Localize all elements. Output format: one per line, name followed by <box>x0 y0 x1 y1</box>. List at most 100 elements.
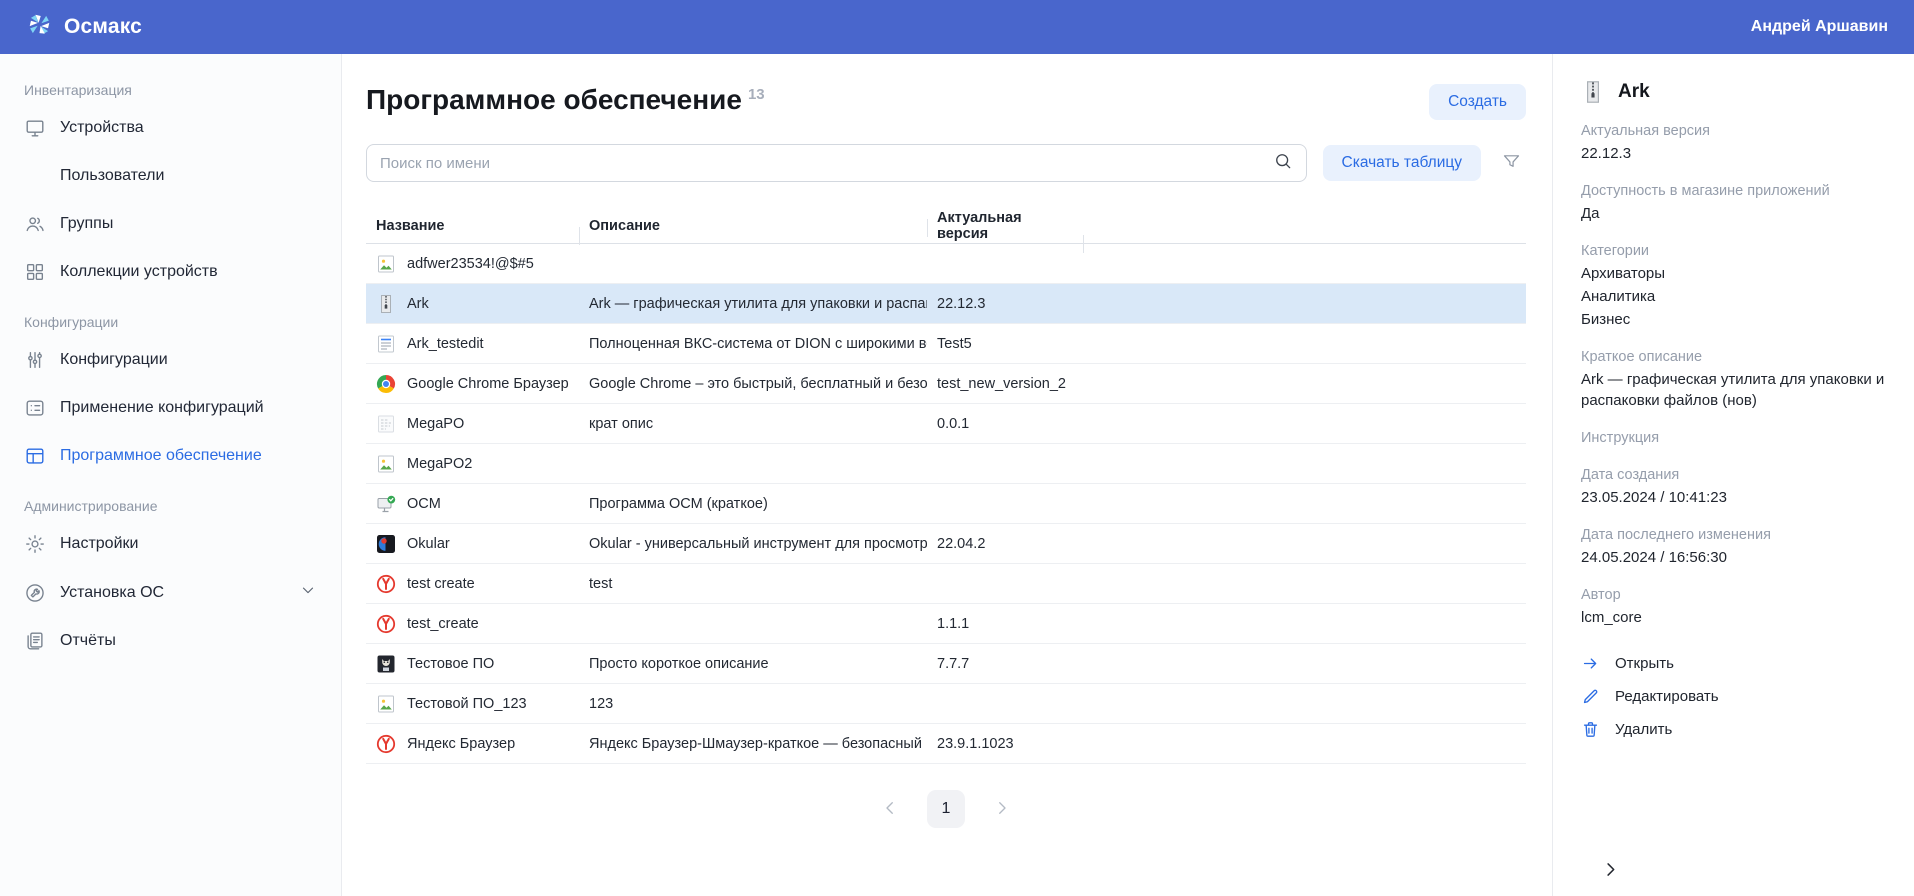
sidebar-item[interactable]: Программное обеспечение <box>0 432 341 480</box>
sidebar-item-label: Установка ОС <box>60 584 164 602</box>
grid-icon <box>24 261 46 283</box>
sidebar-item[interactable]: Коллекции устройств <box>0 248 341 296</box>
page-number[interactable]: 1 <box>927 790 965 828</box>
yandex-icon <box>376 734 396 754</box>
sidebar-item-label: Устройства <box>60 119 144 137</box>
sidebar-item[interactable]: Установка ОС <box>0 568 341 617</box>
sidebar-section: Администрирование Настройки Установка ОС… <box>0 480 341 665</box>
sidebar-item[interactable]: Конфигурации <box>0 336 341 384</box>
sidebar-item-label: Коллекции устройств <box>60 263 218 281</box>
details-field: Дата последнего изменения 24.05.2024 / 1… <box>1581 525 1886 568</box>
table-row[interactable]: adfwer23534!@$#5 <box>366 244 1526 284</box>
details-action[interactable]: Удалить <box>1581 720 1886 739</box>
monitor-icon <box>24 117 46 139</box>
chevron-left-icon <box>881 799 899 820</box>
apply-config-icon <box>24 397 46 419</box>
table-row[interactable]: Тестовой ПО_123 123 <box>366 684 1526 724</box>
software-description: крат опис <box>579 416 927 432</box>
user-icon <box>24 165 46 187</box>
column-header-description: Описание <box>579 218 927 234</box>
sidebar-item[interactable]: Отчёты <box>0 617 341 665</box>
sidebar-item[interactable]: Настройки <box>0 520 341 568</box>
details-panel: Ark Актуальная версия 22.12.3 Доступност… <box>1552 54 1914 896</box>
table-row[interactable]: MegaPO2 <box>366 444 1526 484</box>
table-row[interactable]: Okular Okular - универсальный инструмент… <box>366 524 1526 564</box>
field-value: Бизнес <box>1581 309 1886 330</box>
chevron-right-icon <box>1601 867 1620 882</box>
sidebar-item-label: Конфигурации <box>60 351 168 369</box>
table-row[interactable]: test create test <box>366 564 1526 604</box>
ark-zip-icon <box>376 294 396 314</box>
sidebar-item-label: Программное обеспечение <box>60 447 262 465</box>
sidebar-item[interactable]: Применение конфигураций <box>0 384 341 432</box>
table-row[interactable]: Яндекс Браузер Яндекс Браузер-Шмаузер-кр… <box>366 724 1526 764</box>
file-image-icon <box>376 454 396 474</box>
download-table-button[interactable]: Скачать таблицу <box>1323 145 1482 181</box>
software-description: Ark — графическая утилита для упаковки и… <box>579 296 927 312</box>
software-name: Яндекс Браузер <box>407 736 515 752</box>
sidebar-item[interactable]: Пользователи <box>0 152 341 200</box>
create-button[interactable]: Создать <box>1429 84 1526 120</box>
user-name: Андрей Аршавин <box>1751 18 1888 36</box>
software-version: 22.12.3 <box>927 296 1083 312</box>
table-row[interactable]: OCM Программа ОСМ (краткое) <box>366 484 1526 524</box>
field-value: Аналитика <box>1581 286 1886 307</box>
sidebar-item[interactable]: Группы <box>0 200 341 248</box>
cat-icon <box>376 654 396 674</box>
details-action[interactable]: Открыть <box>1581 654 1886 673</box>
ark-zip-icon <box>1581 80 1605 104</box>
items-count-badge: 13 <box>748 86 765 103</box>
details-field: Доступность в магазине приложений Да <box>1581 181 1886 224</box>
next-page-button[interactable] <box>989 795 1015 824</box>
details-field: Инструкция <box>1581 428 1886 448</box>
details-field: Краткое описание Ark — графическая утили… <box>1581 347 1886 411</box>
table-row[interactable]: Тестовое ПО Просто короткое описание 7.7… <box>366 644 1526 684</box>
sidebar-item-label: Отчёты <box>60 632 116 650</box>
doc-faded-icon <box>376 414 396 434</box>
field-label: Автор <box>1581 585 1886 605</box>
prev-page-button[interactable] <box>877 795 903 824</box>
sidebar-item[interactable]: Устройства <box>0 104 341 152</box>
sidebar-section: Инвентаризация Устройства Пользователи Г… <box>0 64 341 296</box>
user-menu[interactable]: Андрей Аршавин <box>1722 15 1888 40</box>
details-header: Ark <box>1581 80 1886 104</box>
software-version: 22.04.2 <box>927 536 1083 552</box>
sliders-icon <box>24 349 46 371</box>
software-name: Тестовое ПО <box>407 656 494 672</box>
table-row[interactable]: Ark_testedit Полноценная ВКС-система от … <box>366 324 1526 364</box>
software-name: OCM <box>407 496 441 512</box>
sidebar-item-label: Настройки <box>60 535 138 553</box>
table-row[interactable]: MegaPO крат опис 0.0.1 <box>366 404 1526 444</box>
field-label: Актуальная версия <box>1581 121 1886 141</box>
pencil-icon <box>1581 687 1600 706</box>
software-description: 123 <box>579 696 927 712</box>
software-version: 7.7.7 <box>927 656 1083 672</box>
details-title: Ark <box>1618 81 1650 103</box>
sidebar-item-label: Пользователи <box>60 167 164 185</box>
software-name: MegaPO2 <box>407 456 472 472</box>
field-label: Дата последнего изменения <box>1581 525 1886 545</box>
software-name: Google Chrome Браузер <box>407 376 569 392</box>
action-label: Удалить <box>1615 721 1672 738</box>
doc-lines-icon <box>376 334 396 354</box>
field-label: Доступность в магазине приложений <box>1581 181 1886 201</box>
collapse-panel-button[interactable] <box>1597 856 1624 886</box>
software-description: Яндекс Браузер-Шмаузер-краткое — безопас… <box>579 736 927 752</box>
table-row[interactable]: Ark Ark — графическая утилита для упаков… <box>366 284 1526 324</box>
sidebar-item-label: Группы <box>60 215 113 233</box>
software-version: 1.1.1 <box>927 616 1083 632</box>
action-label: Редактировать <box>1615 688 1719 705</box>
details-action[interactable]: Редактировать <box>1581 687 1886 706</box>
file-image-icon <box>376 254 396 274</box>
software-name: adfwer23534!@$#5 <box>407 256 534 272</box>
table-row[interactable]: test_create 1.1.1 <box>366 604 1526 644</box>
chevron-right-icon <box>993 799 1011 820</box>
filter-button[interactable] <box>1497 147 1526 179</box>
search-icon <box>1273 151 1293 176</box>
sidebar-section: Конфигурации Конфигурации Применение кон… <box>0 296 341 480</box>
table-row[interactable]: Google Chrome Браузер Google Chrome – эт… <box>366 364 1526 404</box>
sidebar-item-label: Применение конфигураций <box>60 399 264 417</box>
software-name: test create <box>407 576 475 592</box>
sidebar-section-title: Администрирование <box>0 480 341 520</box>
search-input[interactable] <box>380 155 1273 172</box>
